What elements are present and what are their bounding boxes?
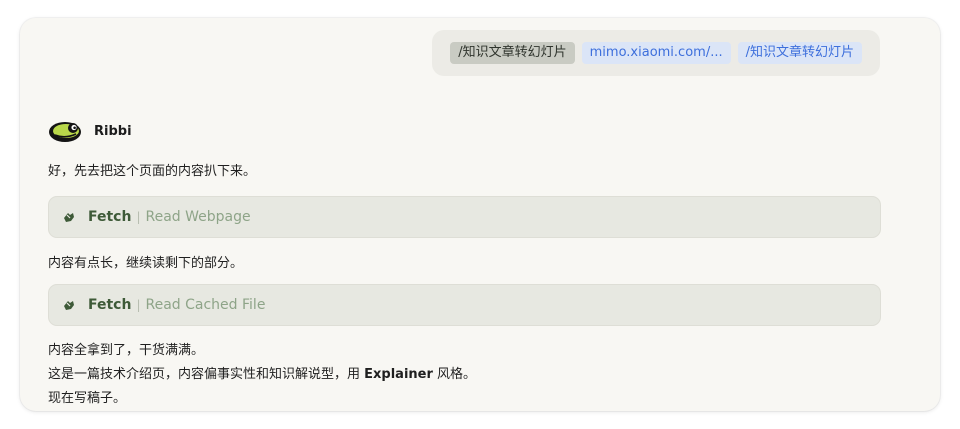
fetch-hand-icon [64, 301, 74, 310]
tool-separator: | [136, 298, 141, 312]
assistant-message: Ribbi 好，先去把这个页面的内容扒下来。 Fetch | Read Webp… [48, 118, 881, 406]
frog-avatar-icon [49, 122, 81, 142]
assistant-text-5: 现在写稿子。 [48, 391, 127, 406]
command-link-chip[interactable]: /知识文章转幻灯片 [737, 42, 862, 64]
assistant-text-2: 内容有点长，继续读剩下的部分。 [48, 256, 244, 271]
assistant-header: Ribbi [48, 118, 881, 144]
url-link-chip[interactable]: mimo.xiaomi.com/... [581, 42, 731, 64]
fetch-hand-icon [64, 213, 74, 222]
assistant-text-3: 内容全拿到了，干货满满。 [48, 343, 205, 358]
tool-name: Fetch [88, 297, 132, 313]
assistant-text-4: 这是一篇技术介绍页，内容偏事实性和知识解说型，用 Explainer 风格。 [48, 366, 476, 384]
assistant-text-4-prefix: 这是一篇技术介绍页，内容偏事实性和知识解说型，用 [48, 367, 365, 382]
assistant-text-4-suffix: 风格。 [432, 367, 477, 382]
style-keyword: Explainer [364, 367, 433, 382]
command-chip[interactable]: /知识文章转幻灯片 [450, 42, 575, 64]
tool-name: Fetch [88, 209, 132, 225]
tool-detail: Read Cached File [145, 297, 266, 313]
tool-call-fetch-cached[interactable]: Fetch | Read Cached File [48, 284, 881, 326]
tool-detail: Read Webpage [145, 209, 251, 225]
chat-window: /知识文章转幻灯片 mimo.xiaomi.com/... /知识文章转幻灯片 … [20, 18, 940, 411]
tool-call-fetch-webpage[interactable]: Fetch | Read Webpage [48, 196, 881, 238]
assistant-name: Ribbi [94, 123, 132, 139]
tool-separator: | [136, 210, 141, 224]
assistant-text-1: 好，先去把这个页面的内容扒下来。 [48, 164, 257, 179]
user-message-bubble: /知识文章转幻灯片 mimo.xiaomi.com/... /知识文章转幻灯片 [432, 30, 880, 76]
